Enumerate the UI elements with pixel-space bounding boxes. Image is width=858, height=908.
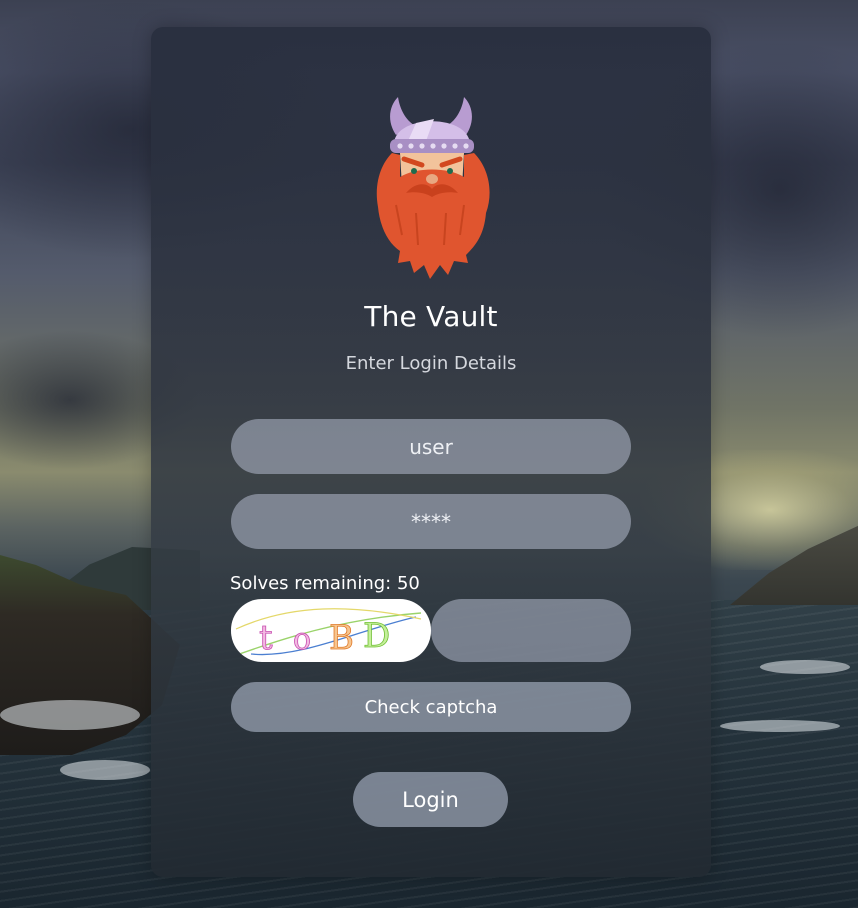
solves-remaining-label: Solves remaining: 50 [230,573,420,594]
login-button[interactable]: Login [353,772,508,827]
captcha-graphic: t o B D [231,608,422,658]
svg-text:B: B [329,618,354,658]
wave-foam [760,660,850,674]
wave-foam [0,700,140,730]
username-input[interactable] [231,419,631,474]
svg-text:t: t [259,618,273,658]
wave-foam [720,720,840,732]
login-subtitle: Enter Login Details [345,353,517,374]
login-panel: The Vault Enter Login Details Solves rem… [151,27,711,877]
captcha-answer-input[interactable] [431,599,631,662]
wave-foam [60,760,150,780]
password-input[interactable] [231,494,631,549]
check-captcha-button[interactable]: Check captcha [231,682,631,732]
svg-text:o: o [293,622,311,657]
app-title: The Vault [364,300,498,333]
background-scene: The Vault Enter Login Details Solves rem… [0,0,858,908]
captcha-image: t o B D [231,599,431,662]
svg-text:D: D [363,616,390,656]
viking-mascot-icon [376,97,490,279]
